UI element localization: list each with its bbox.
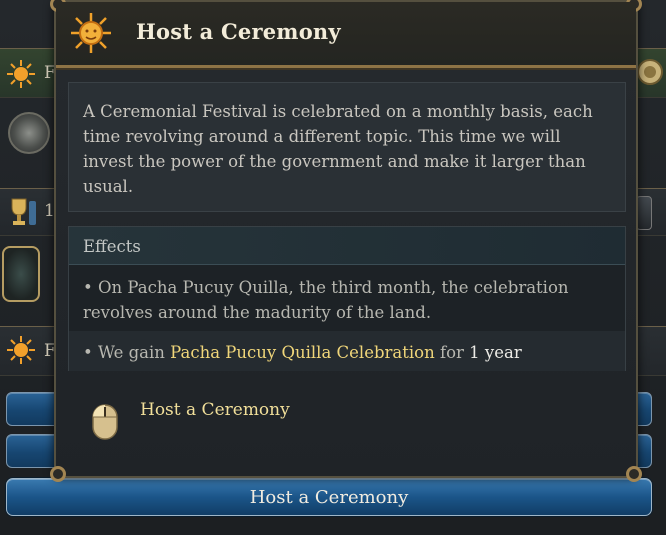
mouse-left-click-icon: [92, 404, 118, 440]
effect-middle: for: [434, 343, 470, 362]
action-label: Host a Ceremony: [140, 400, 290, 420]
effect-duration: 1 year: [469, 343, 522, 362]
effects-header: Effects: [69, 227, 625, 265]
left-click-action[interactable]: Host a Ceremony: [90, 400, 390, 444]
effect-text: • On Pacha Pucuy Quilla, the third month…: [83, 278, 569, 322]
corner-ornament: [50, 466, 66, 482]
trophy-icon: [11, 198, 36, 225]
effect-line: • We gain Pacha Pucuy Quilla Celebration…: [69, 331, 625, 371]
scroll-handle[interactable]: [636, 196, 652, 230]
mask-portrait-icon[interactable]: [2, 246, 40, 302]
description-box: A Ceremonial Festival is celebrated on a…: [68, 82, 626, 212]
quipu-icon[interactable]: [8, 112, 50, 154]
medallion-icon: [637, 59, 663, 85]
description-text: A Ceremonial Festival is celebrated on a…: [83, 102, 593, 196]
effect-line: • On Pacha Pucuy Quilla, the third month…: [69, 275, 625, 325]
tooltip-title: Host a Ceremony: [136, 19, 341, 44]
host-ceremony-button[interactable]: Host a Ceremony: [6, 478, 652, 516]
tooltip-header: Host a Ceremony: [56, 2, 636, 68]
corner-ornament: [626, 466, 642, 482]
game-screen: F 1 F Host a Ceremony Host a Ceremony A …: [0, 0, 666, 535]
effect-prefix: • We gain: [83, 343, 171, 362]
effect-modifier-name: Pacha Pucuy Quilla Celebration: [170, 343, 435, 362]
sun-icon: [7, 60, 35, 88]
sun-icon: [7, 336, 35, 364]
effects-box: Effects • On Pacha Pucuy Quilla, the thi…: [68, 226, 626, 371]
ceremony-tooltip: Host a Ceremony A Ceremonial Festival is…: [50, 0, 642, 482]
sun-emblem-icon: [71, 13, 111, 53]
